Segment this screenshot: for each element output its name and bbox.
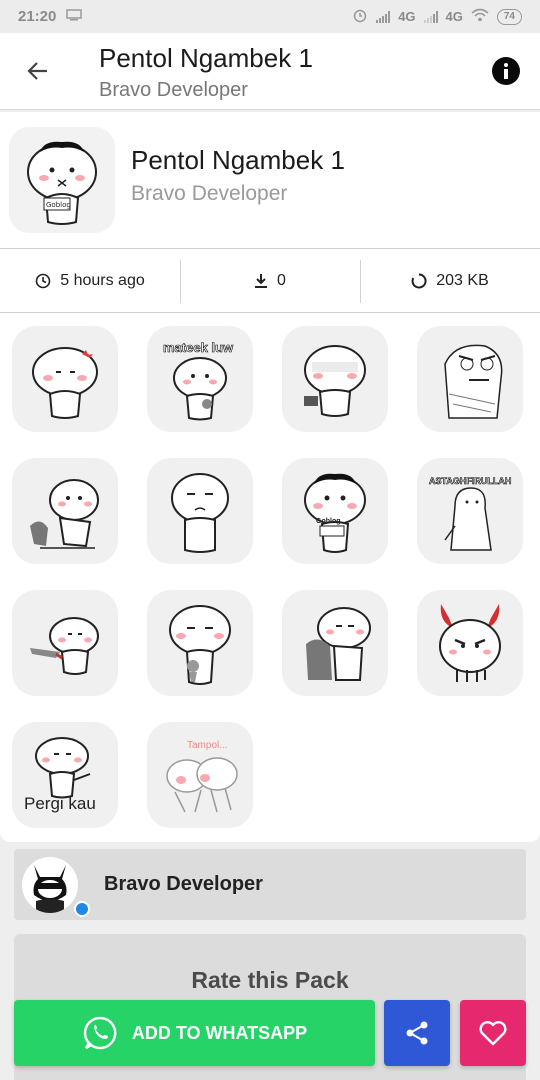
sticker-caption: mateek luw	[163, 340, 234, 356]
size-info: 203 KB	[360, 250, 540, 312]
clock-icon	[35, 273, 51, 289]
pack-author: Bravo Developer	[131, 182, 288, 205]
sticker-item[interactable]	[12, 458, 118, 564]
whatsapp-icon	[83, 1016, 117, 1050]
pack-meta-row: 5 hours ago 0 203 KB	[0, 250, 540, 313]
sticker-art	[30, 479, 99, 549]
add-to-whatsapp-label: ADD TO WHATSAPP	[131, 1022, 308, 1043]
pack-size: 203 KB	[436, 272, 489, 289]
alarm-icon	[352, 7, 368, 26]
sticker-item[interactable]	[147, 590, 253, 696]
sticker-caption: Tampol...	[187, 740, 228, 751]
sticker-item[interactable]	[417, 326, 523, 432]
signal-icon	[376, 10, 391, 23]
sticker-caption: Pergi kau	[24, 794, 96, 813]
network-label-2: 4G	[445, 9, 463, 24]
author-name: Bravo Developer	[104, 873, 263, 895]
sticker-item[interactable]: Goblog	[282, 458, 388, 564]
sticker-art	[306, 607, 371, 681]
tray-icon-image: Goblog	[9, 127, 115, 233]
pack-title: Pentol Ngambek 1	[131, 145, 345, 175]
rate-label: Rate this Pack	[191, 967, 349, 993]
screen-icon	[66, 8, 83, 25]
sticker-item[interactable]	[417, 590, 523, 696]
heart-icon	[479, 1021, 507, 1046]
download-icon	[255, 274, 268, 288]
downloads-count: 0	[277, 272, 286, 289]
tray-sticker-art: Goblog	[27, 141, 97, 225]
sticker-art	[32, 347, 98, 419]
sticker-art	[30, 617, 99, 675]
sticker-item[interactable]	[12, 326, 118, 432]
info-button[interactable]	[492, 57, 520, 85]
status-time: 21:20	[18, 8, 57, 25]
sticker-item[interactable]	[147, 458, 253, 564]
app-bar-subtitle: Bravo Developer	[99, 79, 248, 101]
wifi-icon	[471, 8, 489, 25]
svg-text:Goblog: Goblog	[46, 201, 71, 209]
downloads-info: 0	[180, 250, 360, 312]
sticker-item[interactable]	[282, 326, 388, 432]
sticker-art	[444, 344, 503, 419]
share-icon	[406, 1021, 428, 1045]
sticker-art	[169, 605, 231, 685]
sticker-item[interactable]: Tampol...	[147, 722, 253, 828]
pack-card: Goblog Pentol Ngambek 1 Bravo Developer …	[0, 112, 540, 842]
sticker-item[interactable]	[12, 590, 118, 696]
sticker-item[interactable]: mateek luw	[147, 326, 253, 432]
updated-text: 5 hours ago	[60, 272, 145, 289]
signal-icon-2	[423, 10, 438, 23]
info-icon	[504, 63, 508, 79]
sticker-caption: Goblog	[316, 518, 341, 525]
share-button[interactable]	[384, 1000, 450, 1066]
battery-indicator: 74	[496, 8, 522, 25]
sticker-art	[304, 345, 366, 417]
author-card[interactable]: Bravo Developer	[14, 849, 526, 920]
pack-header: Goblog Pentol Ngambek 1 Bravo Developer	[0, 112, 540, 249]
app-bar-title: Pentol Ngambek 1	[99, 43, 313, 73]
add-to-whatsapp-button[interactable]: ADD TO WHATSAPP	[14, 1000, 375, 1066]
sticker-caption: ASTAGHFIRULLAH	[429, 476, 512, 487]
sticker-art	[171, 473, 229, 553]
app-bar: Pentol Ngambek 1 Bravo Developer	[0, 33, 540, 110]
back-arrow-icon	[27, 62, 47, 80]
favorite-button[interactable]	[460, 1000, 526, 1066]
avatar	[22, 857, 78, 913]
sticker-item[interactable]: ASTAGHFIRULLAH	[417, 458, 523, 564]
sticker-art	[304, 473, 366, 553]
updated-info: 5 hours ago	[0, 250, 180, 312]
sticker-art	[439, 604, 501, 682]
status-bar: 21:20 4G 4G 74	[0, 0, 540, 33]
network-label-1: 4G	[398, 9, 416, 24]
back-button[interactable]	[22, 55, 54, 87]
sticker-item[interactable]: Pergi kau	[12, 722, 118, 828]
verified-badge-icon	[74, 901, 90, 917]
sticker-item[interactable]	[282, 590, 388, 696]
size-icon	[411, 273, 427, 289]
